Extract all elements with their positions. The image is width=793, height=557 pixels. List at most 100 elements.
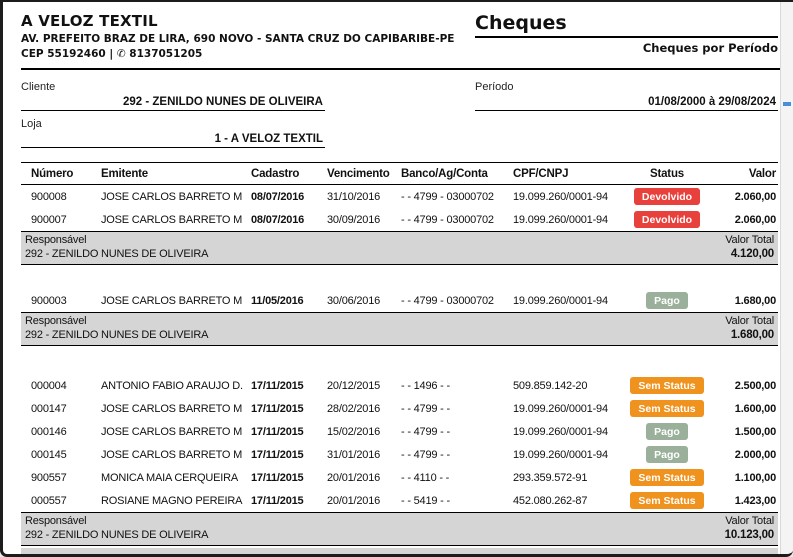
cell-status: Sem Status bbox=[617, 469, 717, 486]
cell-cpf-cnpj: 452.080.262-87 bbox=[505, 495, 617, 507]
summary-label: Responsável bbox=[25, 515, 208, 529]
cell-banco-ag-conta: - - 4799 - - bbox=[393, 449, 505, 461]
cell-numero: 000145 bbox=[21, 449, 93, 461]
cell-emitente: ROSIANE MAGNO PEREIRA bbox=[93, 495, 243, 507]
cell-numero: 900557 bbox=[21, 472, 93, 484]
cell-status: Pago bbox=[617, 446, 717, 463]
loja-label: Loja bbox=[21, 118, 325, 130]
cell-vencimento: 31/10/2016 bbox=[319, 191, 393, 203]
header-cell-valor: Valor bbox=[717, 168, 778, 180]
header-cell-cadastro: Cadastro bbox=[243, 168, 319, 180]
status-badge: Sem Status bbox=[630, 400, 703, 417]
cell-cpf-cnpj: 19.099.260/0001-94 bbox=[505, 403, 617, 415]
scrollbar-marker bbox=[783, 102, 791, 106]
cell-valor: 2.060,00 bbox=[717, 191, 778, 203]
cell-emitente: JOSE CARLOS BARRETO ME bbox=[93, 449, 243, 461]
cell-valor: 1.100,00 bbox=[717, 472, 778, 484]
cell-banco-ag-conta: - - 4799 - 03000702 bbox=[393, 295, 505, 307]
cell-cpf-cnpj: 19.099.260/0001-94 bbox=[505, 449, 617, 461]
report-content: A VELOZ TEXTIL AV. PREFEITO BRAZ DE LIRA… bbox=[3, 2, 783, 546]
cell-vencimento: 31/01/2016 bbox=[319, 449, 393, 461]
cell-banco-ag-conta: - - 4799 - - bbox=[393, 403, 505, 415]
field-loja: Loja 1 - A VELOZ TEXTIL bbox=[21, 118, 325, 148]
cell-valor: 1.600,00 bbox=[717, 403, 778, 415]
cell-banco-ag-conta: - - 4110 - - bbox=[393, 472, 505, 484]
next-band-edge bbox=[21, 548, 778, 554]
loja-value: 1 - A VELOZ TEXTIL bbox=[21, 130, 325, 148]
summary-total-value: 10.123,00 bbox=[725, 529, 774, 543]
table-row: 000145JOSE CARLOS BARRETO ME17/11/201531… bbox=[21, 443, 778, 466]
periodo-label: Período bbox=[475, 81, 778, 93]
status-badge: Pago bbox=[646, 446, 688, 463]
cell-emitente: JOSE CARLOS BARRETO ME bbox=[93, 214, 243, 226]
summary-total-label: Valor Total bbox=[725, 515, 774, 529]
report-page: A VELOZ TEXTIL AV. PREFEITO BRAZ DE LIRA… bbox=[0, 0, 793, 557]
filter-fields: Cliente 292 - ZENILDO NUNES DE OLIVEIRA … bbox=[21, 81, 778, 148]
cell-cpf-cnpj: 509.859.142-20 bbox=[505, 380, 617, 392]
summary-left: Responsável292 - ZENILDO NUNES DE OLIVEI… bbox=[25, 515, 208, 542]
cell-banco-ag-conta: - - 1496 - - bbox=[393, 380, 505, 392]
cell-cadastro: 17/11/2015 bbox=[243, 472, 319, 484]
cell-status: Pago bbox=[617, 423, 717, 440]
field-periodo: Período 01/08/2000 à 29/08/2024 bbox=[475, 81, 778, 111]
report-subtitle: Cheques por Período bbox=[475, 41, 778, 55]
header-cell-status: Status bbox=[617, 168, 717, 180]
table-row: 000146JOSE CARLOS BARRETO ME17/11/201515… bbox=[21, 420, 778, 443]
cell-vencimento: 30/09/2016 bbox=[319, 214, 393, 226]
cell-status: Sem Status bbox=[617, 400, 717, 417]
cell-emitente: JOSE CARLOS BARRETO ME bbox=[93, 295, 243, 307]
company-address: AV. PREFEITO BRAZ DE LIRA, 690 NOVO - SA… bbox=[21, 33, 454, 45]
field-cliente: Cliente 292 - ZENILDO NUNES DE OLIVEIRA bbox=[21, 81, 325, 111]
section-gap bbox=[21, 265, 778, 289]
summary-total-label: Valor Total bbox=[725, 315, 774, 329]
table-row: 000004ANTONIO FABIO ARAUJO D...17/11/201… bbox=[21, 374, 778, 397]
summary-band: Responsável292 - ZENILDO NUNES DE OLIVEI… bbox=[21, 231, 778, 265]
summary-label: Responsável bbox=[25, 315, 208, 329]
cell-numero: 000557 bbox=[21, 495, 93, 507]
table-header-row: Número Emitente Cadastro Vencimento Banc… bbox=[21, 162, 778, 185]
table-row: 900557MONICA MAIA CERQUEIRA17/11/201520/… bbox=[21, 466, 778, 489]
header-cell-cpf: CPF/CNPJ bbox=[505, 168, 617, 180]
status-badge: Pago bbox=[646, 292, 688, 309]
cell-banco-ag-conta: - - 4799 - - bbox=[393, 426, 505, 438]
table-row: 000147JOSE CARLOS BARRETO ME17/11/201528… bbox=[21, 397, 778, 420]
cell-status: Sem Status bbox=[617, 377, 717, 394]
cell-numero: 900007 bbox=[21, 214, 93, 226]
scrollbar-track[interactable] bbox=[780, 2, 793, 554]
summary-right: Valor Total10.123,00 bbox=[725, 515, 774, 542]
header-cell-banco: Banco/Ag/Conta bbox=[393, 168, 505, 180]
summary-left: Responsável292 - ZENILDO NUNES DE OLIVEI… bbox=[25, 234, 208, 261]
header-cell-emitente: Emitente bbox=[93, 168, 243, 180]
cell-numero: 900003 bbox=[21, 295, 93, 307]
filter-fields-right: Período 01/08/2000 à 29/08/2024 bbox=[475, 81, 778, 148]
page-header: A VELOZ TEXTIL AV. PREFEITO BRAZ DE LIRA… bbox=[21, 12, 778, 60]
summary-total-value: 4.120,00 bbox=[725, 248, 774, 262]
cell-valor: 2.000,00 bbox=[717, 449, 778, 461]
header-cell-numero: Número bbox=[21, 168, 93, 180]
cell-cadastro: 08/07/2016 bbox=[243, 191, 319, 203]
cheques-table: Número Emitente Cadastro Vencimento Banc… bbox=[21, 162, 778, 546]
cell-emitente: ANTONIO FABIO ARAUJO D... bbox=[93, 380, 243, 392]
cell-emitente: JOSE CARLOS BARRETO ME bbox=[93, 426, 243, 438]
summary-left: Responsável292 - ZENILDO NUNES DE OLIVEI… bbox=[25, 315, 208, 342]
cell-emitente: MONICA MAIA CERQUEIRA bbox=[93, 472, 243, 484]
summary-band: Responsável292 - ZENILDO NUNES DE OLIVEI… bbox=[21, 512, 778, 546]
company-contact: CEP 55192460 | ✆ 8137051205 bbox=[21, 48, 454, 60]
table-row: 900008JOSE CARLOS BARRETO ME08/07/201631… bbox=[21, 185, 778, 208]
cell-emitente: JOSE CARLOS BARRETO ME bbox=[93, 403, 243, 415]
cell-valor: 2.060,00 bbox=[717, 214, 778, 226]
table-row: 900003JOSE CARLOS BARRETO ME11/05/201630… bbox=[21, 289, 778, 312]
cell-cpf-cnpj: 19.099.260/0001-94 bbox=[505, 295, 617, 307]
header-cell-vencimento: Vencimento bbox=[319, 168, 393, 180]
cell-cpf-cnpj: 293.359.572-91 bbox=[505, 472, 617, 484]
cell-cpf-cnpj: 19.099.260/0001-94 bbox=[505, 191, 617, 203]
cell-valor: 2.500,00 bbox=[717, 380, 778, 392]
cell-banco-ag-conta: - - 5419 - - bbox=[393, 495, 505, 507]
cell-valor: 1.500,00 bbox=[717, 426, 778, 438]
report-title: Cheques bbox=[475, 12, 778, 38]
cell-vencimento: 15/02/2016 bbox=[319, 426, 393, 438]
cell-cadastro: 17/11/2015 bbox=[243, 380, 319, 392]
table-row: 000557ROSIANE MAGNO PEREIRA17/11/201520/… bbox=[21, 489, 778, 512]
cell-cadastro: 08/07/2016 bbox=[243, 214, 319, 226]
header-divider bbox=[21, 68, 783, 70]
